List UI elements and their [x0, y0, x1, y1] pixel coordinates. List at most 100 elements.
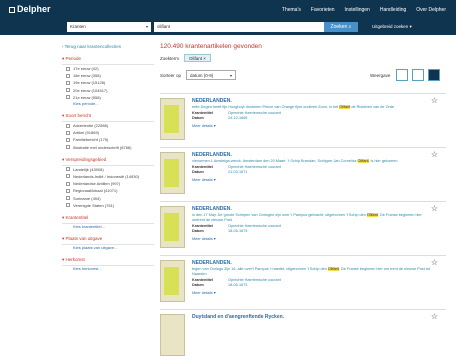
result-title[interactable]: NEDERLANDEN. — [192, 260, 432, 266]
nav-favorieten[interactable]: Favorieten — [311, 7, 335, 13]
nav-handleiding[interactable]: Handleiding — [380, 7, 406, 13]
meta-row: Datum 18-05-1673 — [192, 283, 432, 287]
star-icon[interactable]: ☆ — [431, 96, 438, 105]
meta-value[interactable]: Oprechte Haerlemsche courant — [228, 165, 281, 169]
filter-more-link[interactable]: Kies herkomst... — [62, 266, 154, 272]
filter-label: 20e eeuw (104517) — [73, 87, 108, 93]
search-input[interactable]: oliﬁant — [154, 21, 324, 32]
filter-option[interactable]: 19e eeuw (15126) — [62, 79, 154, 86]
checkbox-icon[interactable] — [66, 95, 70, 100]
detail-view-button[interactable] — [428, 69, 440, 81]
snippet-highlight: Olifant — [366, 213, 378, 217]
more-details-link[interactable]: Meer details ▾ — [192, 177, 432, 182]
more-details-link[interactable]: Meer details ▾ — [192, 236, 432, 241]
advanced-search-link[interactable]: Uitgebreid zoeken ▾ — [372, 24, 412, 30]
search-term-chip[interactable]: Olifant × — [184, 54, 211, 62]
filter-header[interactable]: ▾ Herkomst — [62, 255, 154, 266]
snippet-highlight: Olifant — [327, 267, 339, 271]
filter-option[interactable]: 17e eeuw (42) — [62, 65, 154, 72]
checkbox-icon[interactable] — [66, 137, 70, 142]
filter-header[interactable]: ▾ Periode — [62, 54, 154, 65]
snippet-text: tegen van Oorlogs Zijn 16, alle over't P… — [192, 267, 328, 271]
filter-header[interactable]: ▾ Plaats van uitgave — [62, 234, 154, 245]
meta-value[interactable]: Oprechte Haerlemsche courant — [228, 224, 281, 228]
filter-option[interactable]: 18e eeuw (358) — [62, 72, 154, 79]
result-title[interactable]: Duytsland en d'aengrenftende Rycken. — [192, 314, 432, 320]
result-title[interactable]: NEDERLANDEN. — [192, 152, 432, 158]
checkbox-icon[interactable] — [66, 80, 70, 85]
back-link[interactable]: ‹ Terug naar krantencollecties — [62, 44, 121, 49]
filter-label: Suriname (494) — [73, 195, 101, 201]
checkbox-icon[interactable] — [66, 203, 70, 208]
filter-option[interactable]: Familiebericht (175) — [62, 136, 154, 143]
filter-option[interactable]: 20e eeuw (104517) — [62, 87, 154, 94]
filter-label: Advertentie (22586) — [73, 123, 109, 129]
checkbox-icon[interactable] — [66, 145, 70, 150]
article-thumbnail[interactable] — [160, 260, 185, 302]
filter-option[interactable]: Nederlands-Indië / Indonesië (14930) — [62, 173, 154, 180]
filter-header[interactable]: ▾ Soort bericht — [62, 111, 154, 122]
meta-value: 24-12-1669 — [228, 116, 248, 120]
filter-option[interactable]: Landelijk (43908) — [62, 166, 154, 173]
meta-value[interactable]: Oprechte Haerlemsche courant — [228, 278, 281, 282]
checkbox-icon[interactable] — [66, 167, 70, 172]
meta-key: Datum — [192, 283, 204, 287]
filter-title: Plaats van uitgave — [65, 235, 103, 241]
checkbox-icon[interactable] — [66, 181, 70, 186]
filter-more-link[interactable]: Kies periode... — [62, 101, 154, 107]
filter-more-link[interactable]: Kies krantentitel... — [62, 224, 154, 230]
list-view-button[interactable] — [412, 69, 424, 81]
chart-view-button[interactable] — [396, 69, 408, 81]
logo[interactable]: Delpher — [9, 4, 51, 14]
star-icon[interactable]: ☆ — [431, 258, 438, 267]
article-thumbnail[interactable] — [160, 98, 185, 140]
nav-over-delpher[interactable]: Over Delpher — [416, 7, 446, 13]
filter-option[interactable]: Illustratie met onderschrift (8766) — [62, 144, 154, 151]
meta-key: Krantentitel — [192, 165, 214, 169]
filter-option[interactable]: Advertentie (22586) — [62, 122, 154, 129]
checkbox-icon[interactable] — [66, 196, 70, 201]
close-icon[interactable]: × — [203, 56, 206, 61]
nav-instellingen[interactable]: Instellingen — [345, 7, 370, 13]
star-icon[interactable]: ☆ — [431, 150, 438, 159]
app-name: Delpher — [17, 4, 51, 14]
meta-value: 18-05-1673 — [228, 283, 248, 287]
more-details-link[interactable]: Meer details ▾ — [192, 290, 432, 295]
article-thumbnail[interactable] — [160, 152, 185, 194]
filter-title: Periode — [65, 56, 82, 61]
checkbox-icon[interactable] — [66, 188, 70, 193]
result-body: NEDERLANDEN. in den 17 May. De groote Sc… — [192, 206, 432, 241]
checkbox-icon[interactable] — [66, 88, 70, 93]
result-title[interactable]: NEDERLANDEN. — [192, 206, 432, 212]
filter-label: Nederlands-Indië / Indonesië (14930) — [73, 173, 140, 179]
checkbox-icon[interactable] — [66, 174, 70, 179]
filter-header[interactable]: ▾ Verspreidingsgebied — [62, 155, 154, 166]
checkbox-icon[interactable] — [66, 66, 70, 71]
filter-option[interactable]: Regionaal/lokaal (41071) — [62, 187, 154, 194]
checkbox-icon[interactable] — [66, 123, 70, 128]
result-title[interactable]: NEDERLANDEN. — [192, 98, 432, 104]
filter-option[interactable]: Suriname (494) — [62, 194, 154, 201]
star-icon[interactable]: ☆ — [431, 204, 438, 213]
logo-icon — [9, 7, 15, 13]
meta-value[interactable]: Oprechte Haerlemsche courant — [228, 111, 281, 115]
meta-value: 21-03-1671 — [228, 170, 248, 174]
article-thumbnail[interactable] — [160, 314, 185, 356]
meta-row: Krantentitel Oprechte Haerlemsche courant — [192, 111, 432, 115]
filter-more-link[interactable]: Kies plaats van uitgave... — [62, 245, 154, 251]
checkbox-icon[interactable] — [66, 130, 70, 135]
nav-themas[interactable]: Thema's — [282, 7, 301, 13]
filter-option[interactable]: Nederlandse Antillen (997) — [62, 180, 154, 187]
more-details-link[interactable]: Meer details ▾ — [192, 123, 432, 128]
article-thumbnail[interactable] — [160, 206, 185, 248]
filter-option[interactable]: 21e eeuw (558) — [62, 94, 154, 101]
meta-row: Krantentitel Oprechte Haerlemsche courant — [192, 165, 432, 169]
filter-header[interactable]: ▾ Krantentitel — [62, 213, 154, 224]
filter-option[interactable]: Verenigde Staten (751) — [62, 202, 154, 209]
search-button[interactable]: Zoeken ⌕ — [324, 21, 358, 32]
sort-select[interactable]: datum (0-9) ▾ — [186, 70, 236, 80]
filter-option[interactable]: Artikel (91869) — [62, 129, 154, 136]
star-icon[interactable]: ☆ — [431, 312, 438, 321]
checkbox-icon[interactable] — [66, 73, 70, 78]
collection-select[interactable]: Kranten ▾ — [67, 21, 151, 32]
